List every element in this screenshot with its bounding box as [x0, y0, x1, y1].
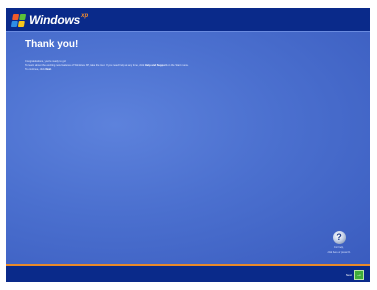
help-button[interactable]: ? For help, click here or press F1 — [319, 231, 359, 254]
question-mark-icon[interactable]: ? — [332, 231, 346, 244]
next-control[interactable]: Next → — [346, 270, 364, 280]
main-content: Thank you! Congratulations, you're ready… — [6, 32, 370, 264]
logo-xp: xp — [81, 13, 89, 19]
screen: Windows xp Thank you! Congratulations, y… — [0, 0, 377, 290]
next-arrow-icon[interactable]: → — [354, 270, 364, 280]
logo-text: Windows — [29, 13, 81, 27]
oobe-window: Windows xp Thank you! Congratulations, y… — [6, 8, 370, 282]
footer-bar: Next → — [6, 266, 370, 282]
header-bar: Windows xp — [6, 8, 370, 31]
windows-logo: Windows xp — [10, 12, 89, 28]
help-label-line2: click here or press F1 — [327, 251, 351, 254]
page-title: Thank you! — [25, 39, 79, 50]
windows-flag-icon — [10, 13, 27, 27]
help-label-line1: For help, — [334, 246, 344, 249]
paragraph-continue: To continue, click Next. — [25, 68, 52, 72]
body-text: Congratulations, you're ready to go! To … — [25, 60, 358, 73]
next-label[interactable]: Next — [346, 273, 352, 277]
